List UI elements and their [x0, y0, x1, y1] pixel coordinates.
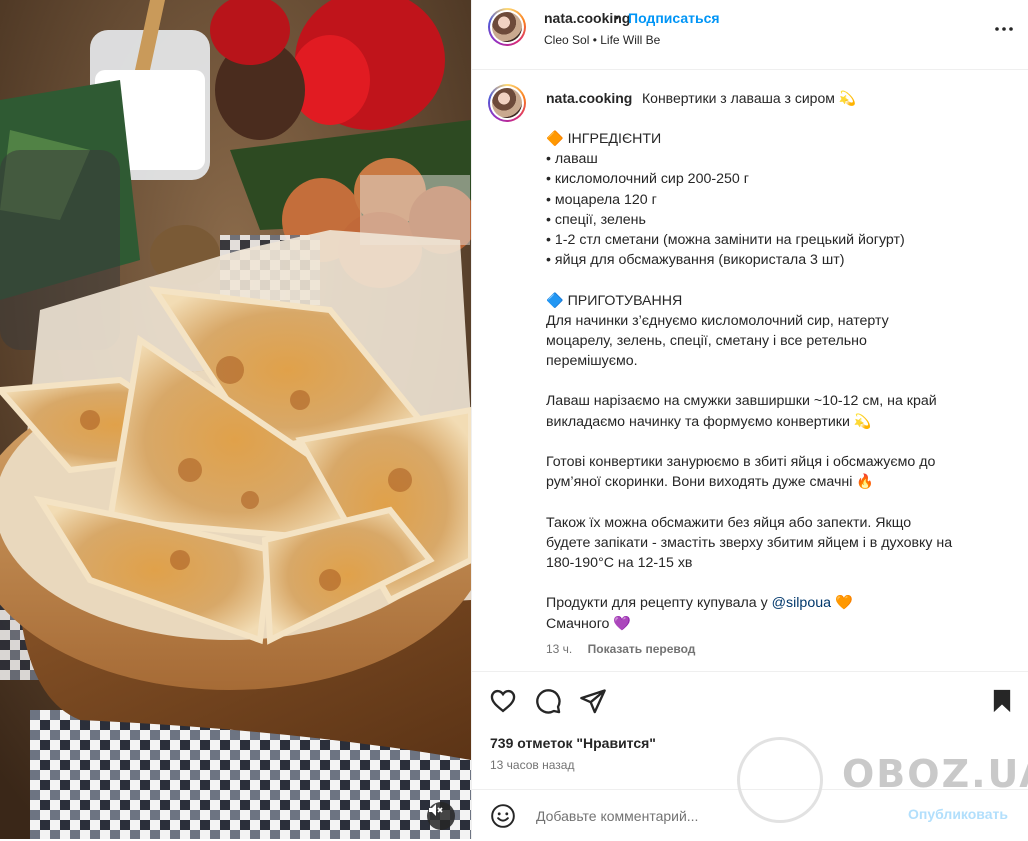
caption-line: 🔷 ПРИГОТУВАННЯ [546, 292, 683, 309]
watermark-logo [737, 737, 823, 823]
caption-username[interactable]: nata.cooking [546, 90, 632, 106]
caption-age: 13 ч. [546, 642, 573, 656]
comment-input[interactable] [534, 804, 878, 828]
caption-products-line: Продукти для рецепту купувала у @silpoua… [546, 593, 996, 613]
products-suffix: 🧡 [831, 595, 853, 612]
post-dialog: nata.cooking • Подписаться Cleo Sol • Li… [0, 0, 1028, 839]
caption-body: 🔶 ІНГРЕДІЄНТИ • лаваш • кисломолочний сир … [546, 129, 996, 634]
caption-line: викладаємо начинку та формуємо конвертик… [546, 413, 872, 430]
mention-link[interactable]: @silpoua [772, 595, 831, 611]
caption-avatar[interactable] [488, 84, 526, 122]
caption-line: • лаваш [546, 151, 598, 168]
audio-track: Life Will Be [600, 33, 661, 47]
author-avatar[interactable] [488, 8, 526, 46]
follow-button[interactable]: Подписаться [628, 10, 720, 26]
caption-line: • моцарела 120 г [546, 191, 657, 208]
post-time[interactable]: 13 часов назад [490, 758, 574, 772]
comment-bubble-icon[interactable] [534, 687, 562, 715]
post-header: nata.cooking • Подписаться Cleo Sol • Li… [472, 0, 1028, 70]
watermark-text: OBOZ.UA [842, 752, 1028, 796]
speaker-muted-icon [429, 804, 443, 816]
emoji-picker-icon[interactable] [490, 803, 516, 829]
mute-button[interactable] [427, 802, 455, 830]
audio-info[interactable]: Cleo Sol • Life Will Be [544, 33, 660, 47]
post-comment-button[interactable]: Опубликовать [908, 806, 1008, 822]
audio-artist: Cleo Sol [544, 33, 590, 47]
caption-meta: 13 ч. Показать перевод [546, 642, 695, 656]
like-heart-icon[interactable] [489, 687, 517, 715]
caption-title: Конвертики з лаваша з сиром 💫 [642, 90, 857, 106]
caption-line: 🔶 ІНГРЕДІЄНТИ [546, 131, 662, 147]
likes-count[interactable]: 739 отметок "Нравится" [490, 735, 656, 751]
caption-line: • кисломолочний сир 200-250 г [546, 171, 749, 188]
food-photo-illustration [0, 0, 471, 839]
caption-line: перемішуємо. [546, 353, 638, 370]
caption-line: Готові конвертики занурюємо в збиті яйця… [546, 454, 936, 470]
post-photo[interactable] [0, 0, 471, 839]
caption: nata.cooking Конвертики з лаваша з сиром… [472, 70, 1028, 670]
products-prefix: Продукти для рецепту купувала у [546, 595, 772, 612]
share-paper-plane-icon[interactable] [579, 687, 607, 715]
caption-line: Також їх можна обсмажити без яйця або за… [546, 514, 912, 531]
audio-separator: • [592, 33, 597, 47]
post-panel: nata.cooking • Подписаться Cleo Sol • Li… [471, 0, 1028, 839]
caption-line: будете запікати - змастіть зверху збитим… [546, 534, 953, 551]
caption-line: • спеції, зелень [546, 211, 646, 228]
show-translation-button[interactable]: Показать перевод [588, 642, 696, 656]
caption-line: моцарелу, зелень, спеції, сметану і все … [546, 332, 867, 349]
caption-line: 180-190°С на 12-15 хв [546, 554, 693, 571]
caption-line: рум’яної скоринки. Вони виходять дуже см… [546, 474, 874, 491]
more-options-icon[interactable] [992, 17, 1016, 41]
save-bookmark-icon[interactable] [988, 687, 1016, 715]
caption-line: • яйця для обсмажування (використала 3 ш… [546, 252, 845, 269]
caption-closing: Смачного 💜 [546, 615, 632, 632]
caption-line: Лаваш нарізаємо на смужки завширшки ~10-… [546, 393, 937, 410]
caption-line: • 1-2 стл сметани (можна замінити на гре… [546, 231, 905, 248]
header-separator: • [614, 9, 619, 25]
caption-line: Для начинки з’єднуємо кисломолочний сир,… [546, 312, 889, 329]
